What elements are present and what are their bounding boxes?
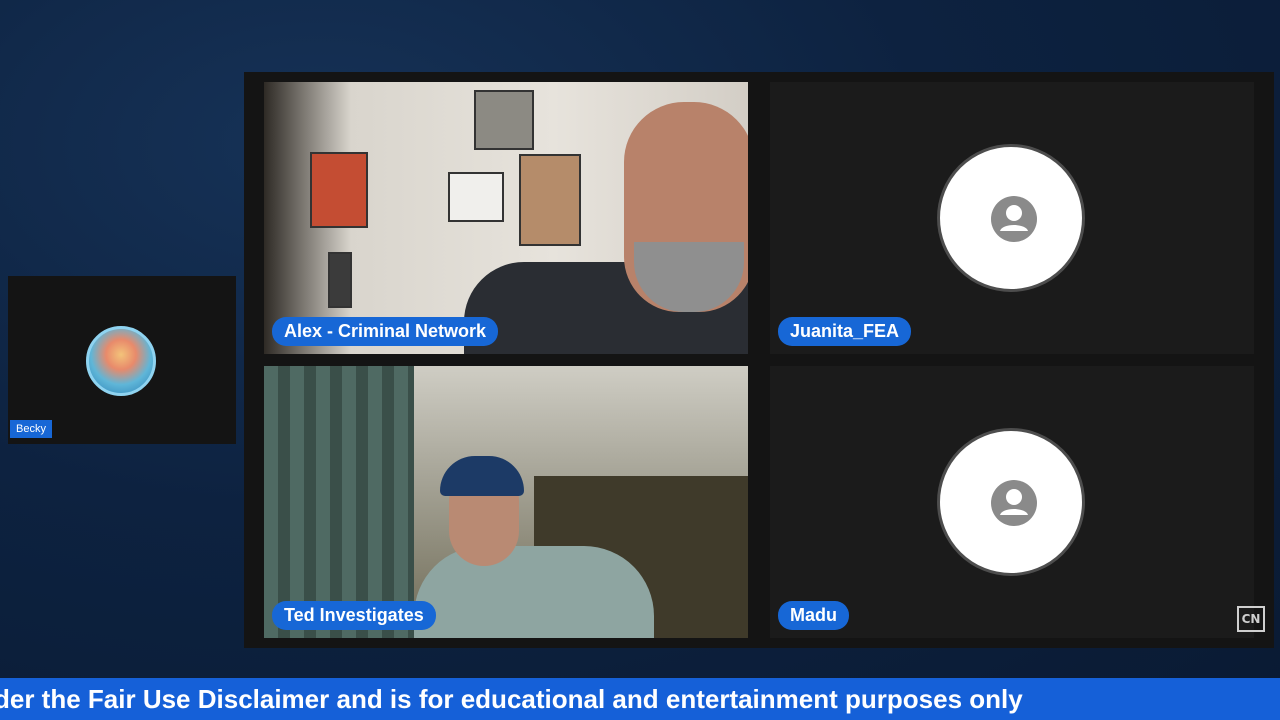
user-placeholder-icon bbox=[991, 196, 1037, 242]
participant-name-tag: Ted Investigates bbox=[272, 601, 436, 630]
side-participant-name: Becky bbox=[10, 420, 52, 438]
video-feed bbox=[264, 366, 748, 638]
channel-logo-icon: CN bbox=[1237, 606, 1265, 632]
video-feed bbox=[264, 82, 748, 354]
becky-avatar bbox=[86, 326, 156, 396]
participant-tile-madu[interactable]: Madu bbox=[770, 366, 1254, 638]
participant-tile-juanita[interactable]: Juanita_FEA bbox=[770, 82, 1254, 354]
avatar bbox=[937, 428, 1085, 576]
avatar bbox=[937, 144, 1085, 292]
participant-tile-ted[interactable]: Ted Investigates bbox=[264, 366, 748, 638]
participant-name-tag: Alex - Criminal Network bbox=[272, 317, 499, 346]
ticker-text: der the Fair Use Disclaimer and is for e… bbox=[0, 684, 1023, 714]
side-participant-tile[interactable]: Becky bbox=[8, 276, 236, 444]
disclaimer-ticker: der the Fair Use Disclaimer and is for e… bbox=[0, 678, 1280, 720]
participant-name-tag: Juanita_FEA bbox=[778, 317, 912, 346]
participant-name-tag: Madu bbox=[778, 601, 849, 630]
user-placeholder-icon bbox=[991, 480, 1037, 526]
participant-tile-alex[interactable]: Alex - Criminal Network bbox=[264, 82, 748, 354]
video-grid: Alex - Criminal Network Juanita_FEA Ted … bbox=[244, 72, 1274, 648]
